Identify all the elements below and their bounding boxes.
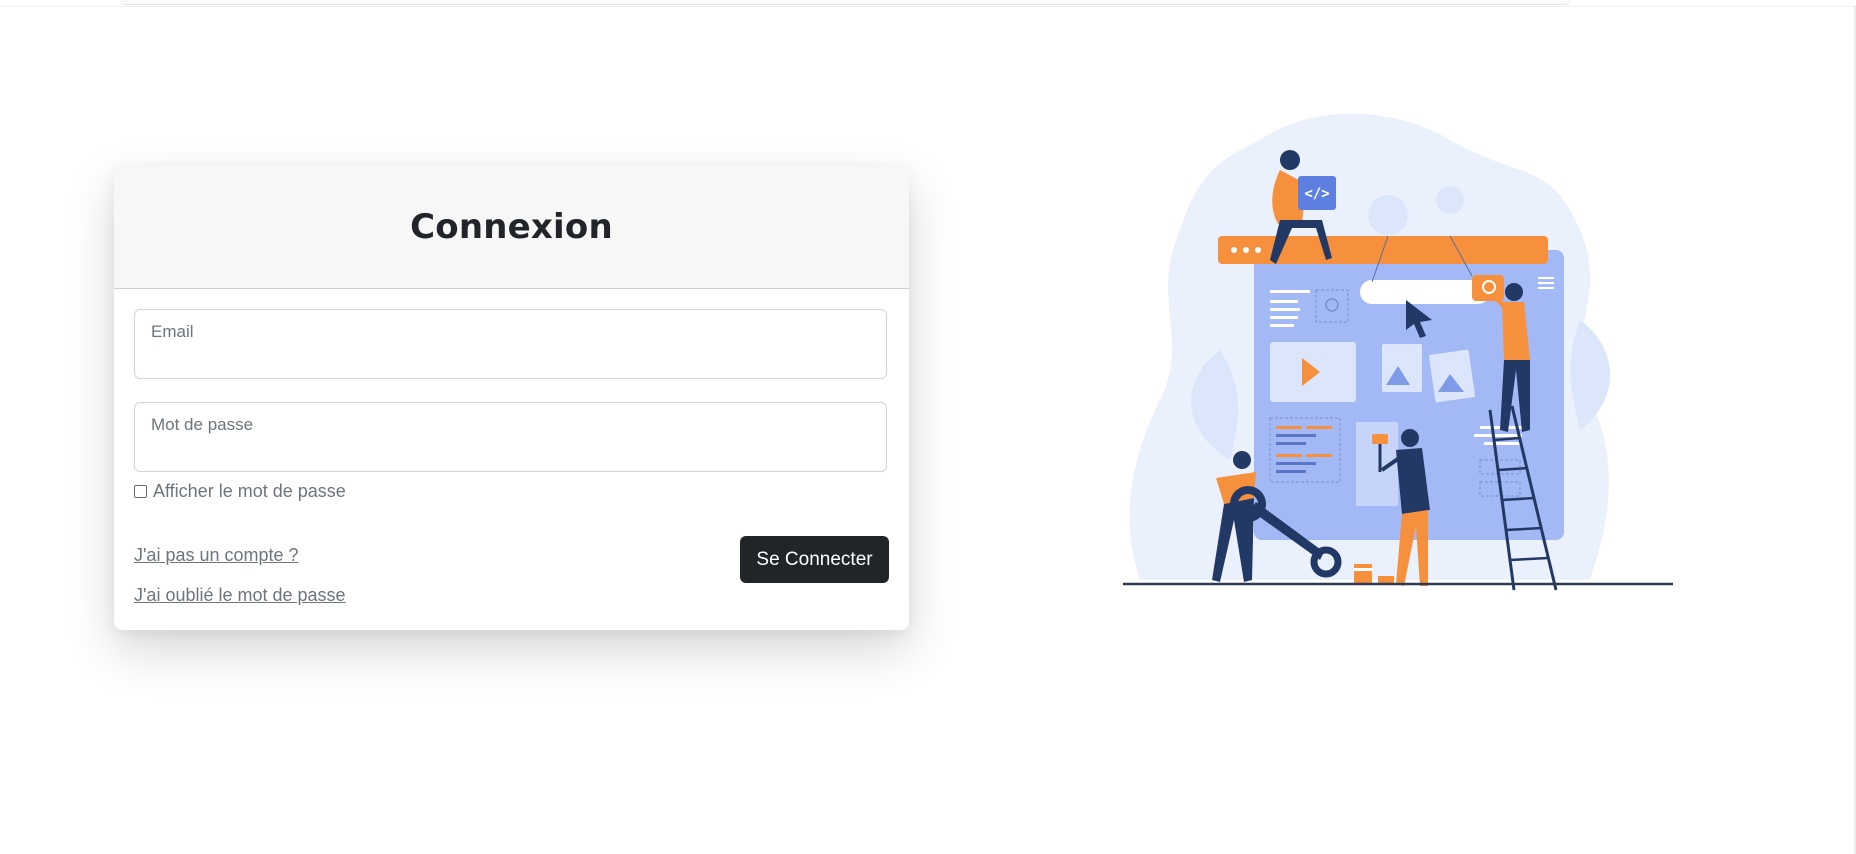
website-builders-illustration: </>: [1123, 113, 1673, 591]
search-bar-shape: [1360, 280, 1490, 304]
paint-can-shape: [1354, 564, 1372, 584]
gear-icon: [1368, 195, 1408, 235]
person-head: [1280, 150, 1300, 170]
frame-top-line: [0, 6, 1856, 7]
paint-roller-icon: [1372, 434, 1388, 444]
page: Connexion Email Mot de passe Afficher le…: [0, 0, 1856, 854]
person-head: [1401, 429, 1419, 447]
code-tag-icon: </>: [1304, 186, 1329, 202]
email-field[interactable]: Email: [134, 309, 887, 379]
show-password-label[interactable]: Afficher le mot de passe: [153, 481, 346, 502]
login-title: Connexion: [410, 207, 613, 247]
login-card: Connexion Email Mot de passe Afficher le…: [114, 166, 909, 630]
person-head: [1505, 283, 1523, 301]
login-button[interactable]: Se Connecter: [740, 536, 889, 583]
gear-icon: [1436, 186, 1464, 214]
register-link[interactable]: J'ai pas un compte ?: [134, 545, 299, 566]
forgot-password-link[interactable]: J'ai oublié le mot de passe: [134, 585, 346, 606]
show-password-checkbox[interactable]: [134, 485, 147, 498]
login-card-header: Connexion: [114, 166, 909, 289]
person-head: [1233, 451, 1251, 469]
browser-top-edge: [120, 0, 1570, 5]
email-input[interactable]: [135, 310, 886, 378]
password-input[interactable]: [135, 403, 886, 471]
password-field[interactable]: Mot de passe: [134, 402, 887, 472]
show-password-toggle[interactable]: Afficher le mot de passe: [134, 481, 346, 502]
leaf-decoration: [1570, 320, 1610, 430]
